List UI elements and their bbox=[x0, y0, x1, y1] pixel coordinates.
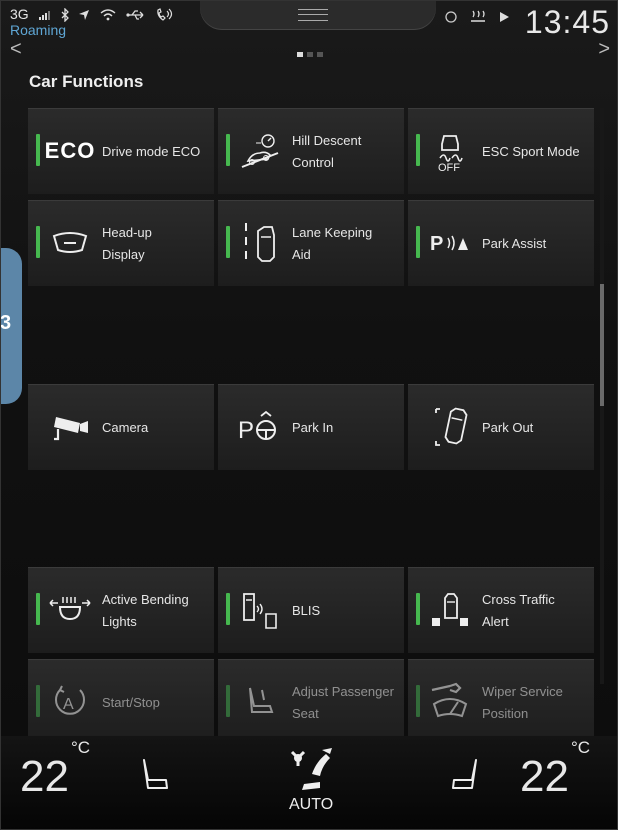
clock: 13:45 bbox=[524, 4, 610, 40]
tile-head-up-display[interactable]: Head-up Display bbox=[28, 200, 214, 286]
tile-label: Park Out bbox=[482, 420, 534, 435]
tile-label: Cross Traffic Alert bbox=[482, 592, 555, 629]
status-indicator bbox=[416, 593, 420, 625]
passenger-seat-heat-icon[interactable] bbox=[450, 758, 480, 792]
tile-wiper-service-position[interactable]: Wiper Service Position bbox=[408, 659, 594, 745]
tile-label: ESC Sport Mode bbox=[482, 144, 580, 159]
tile-label: Park Assist bbox=[482, 236, 547, 251]
camera-icon bbox=[46, 406, 94, 448]
esc-off-icon: OFF bbox=[426, 130, 474, 172]
tile-blis[interactable]: BLIS bbox=[218, 567, 404, 653]
tile-camera[interactable]: Camera bbox=[28, 384, 214, 470]
park-assist-icon: P bbox=[426, 222, 474, 264]
play-icon bbox=[499, 12, 509, 23]
status-bar: 3G Roaming 13:45 bbox=[0, 0, 618, 60]
status-indicator bbox=[36, 685, 40, 717]
handle-lines-icon bbox=[298, 9, 328, 21]
page-dot-2 bbox=[307, 52, 313, 57]
usb-icon bbox=[126, 10, 144, 20]
wiper-service-icon bbox=[426, 681, 474, 723]
start-stop-icon: A bbox=[46, 681, 94, 723]
right-temperature[interactable]: 22°C bbox=[520, 738, 590, 802]
tile-label: Drive mode ECO bbox=[102, 144, 201, 159]
tile-cross-traffic-alert[interactable]: Cross Traffic Alert bbox=[408, 567, 594, 653]
status-indicator bbox=[226, 134, 230, 166]
network-type: 3G bbox=[10, 6, 29, 22]
passenger-seat-icon bbox=[236, 681, 284, 723]
park-in-icon: P bbox=[236, 406, 284, 448]
heater-icon bbox=[470, 10, 485, 23]
tile-label: Adjust Passenger Seat bbox=[292, 684, 394, 721]
tile-label: Start/Stop bbox=[102, 695, 160, 710]
status-indicator bbox=[416, 134, 420, 166]
roaming-label: Roaming bbox=[10, 22, 67, 38]
location-icon bbox=[79, 10, 90, 21]
tile-label: BLIS bbox=[292, 603, 321, 618]
phone-icon bbox=[157, 8, 173, 22]
tile-label: Lane Keeping Aid bbox=[292, 225, 373, 262]
status-indicator bbox=[36, 226, 40, 258]
fan-airflow-icon[interactable] bbox=[286, 744, 336, 794]
svg-text:A: A bbox=[63, 696, 74, 713]
page-title: Car Functions bbox=[29, 72, 144, 91]
bluetooth-icon bbox=[62, 7, 70, 23]
lane-keeping-icon bbox=[236, 222, 284, 264]
cross-traffic-icon bbox=[426, 589, 474, 631]
status-indicator bbox=[226, 593, 230, 625]
side-tab[interactable]: 3 bbox=[0, 248, 22, 404]
status-indicator bbox=[36, 134, 40, 166]
tile-esc-sport-mode[interactable]: OFF ESC Sport Mode bbox=[408, 108, 594, 194]
page-indicator bbox=[297, 52, 323, 57]
blis-icon bbox=[236, 589, 284, 631]
tile-label: Park In bbox=[292, 420, 334, 435]
status-icons-right bbox=[444, 8, 510, 24]
svg-text:P: P bbox=[430, 233, 443, 255]
bending-lights-icon bbox=[46, 589, 94, 631]
status-icons-left: 3G bbox=[10, 6, 174, 23]
scrollbar-thumb[interactable] bbox=[600, 284, 604, 406]
tile-lane-keeping-aid[interactable]: Lane Keeping Aid bbox=[218, 200, 404, 286]
tile-label: Camera bbox=[102, 420, 149, 435]
status-indicator bbox=[36, 593, 40, 625]
tile-label: Wiper Service Position bbox=[482, 684, 563, 721]
climate-auto-button[interactable]: AUTO bbox=[289, 796, 333, 814]
svg-text:OFF: OFF bbox=[438, 162, 460, 172]
tile-adjust-passenger-seat[interactable]: Adjust Passenger Seat bbox=[218, 659, 404, 745]
tile-label: Hill Descent Control bbox=[292, 133, 362, 170]
page-dot-3 bbox=[317, 52, 323, 57]
driver-seat-heat-icon[interactable] bbox=[140, 758, 170, 792]
infotainment-screen: 3G Roaming 13:45 < > Car Functions ECO D… bbox=[0, 0, 618, 830]
side-tab-label: 3 bbox=[0, 312, 12, 334]
next-page-arrow[interactable]: > bbox=[598, 38, 610, 61]
hill-descent-icon bbox=[236, 130, 284, 172]
tile-park-in[interactable]: P Park In bbox=[218, 384, 404, 470]
tile-start-stop[interactable]: A Start/Stop bbox=[28, 659, 214, 745]
park-out-icon bbox=[426, 406, 474, 448]
head-up-display-icon bbox=[46, 222, 94, 264]
previous-page-arrow[interactable]: < bbox=[10, 38, 22, 61]
tile-active-bending-lights[interactable]: Active Bending Lights bbox=[28, 567, 214, 653]
tile-label: Active Bending Lights bbox=[102, 592, 189, 629]
status-indicator bbox=[226, 226, 230, 258]
circle-icon bbox=[445, 11, 457, 23]
wifi-icon bbox=[100, 9, 116, 21]
left-temperature[interactable]: 22°C bbox=[20, 738, 90, 802]
status-indicator bbox=[416, 226, 420, 258]
signal-icon bbox=[38, 11, 50, 21]
svg-text:P: P bbox=[238, 417, 254, 444]
status-indicator bbox=[416, 685, 420, 717]
tile-drive-mode-eco[interactable]: ECO Drive mode ECO bbox=[28, 108, 214, 194]
tile-park-out[interactable]: Park Out bbox=[408, 384, 594, 470]
tile-label: Head-up Display bbox=[102, 225, 152, 262]
eco-icon: ECO bbox=[44, 138, 96, 163]
tile-park-assist[interactable]: P Park Assist bbox=[408, 200, 594, 286]
page-dot-1 bbox=[297, 52, 303, 57]
status-indicator bbox=[226, 685, 230, 717]
tile-hill-descent-control[interactable]: Hill Descent Control bbox=[218, 108, 404, 194]
